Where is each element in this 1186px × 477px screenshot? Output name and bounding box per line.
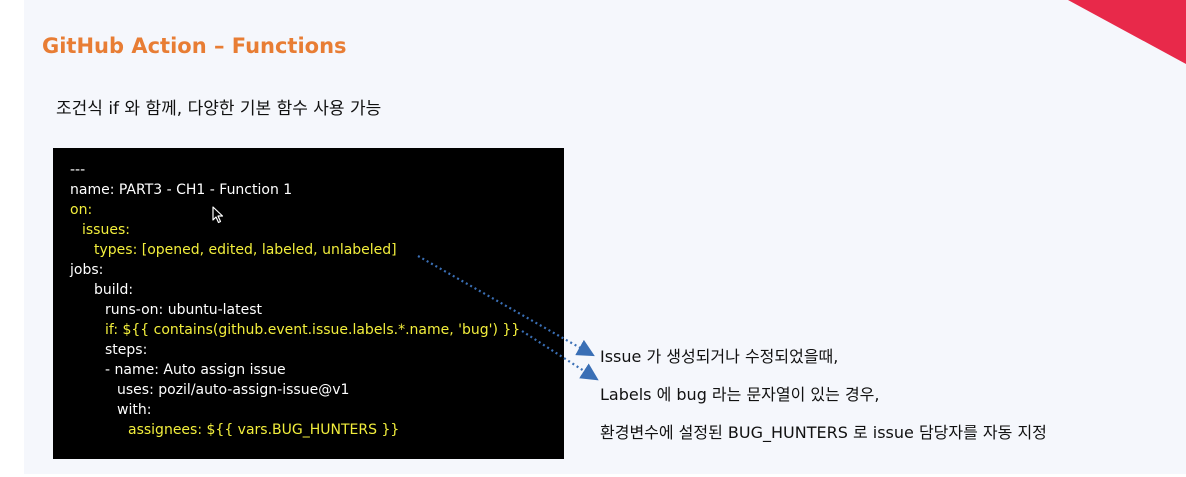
code-line: with: (117, 402, 152, 418)
code-line: types: [opened, edited, labeled, unlabel… (94, 242, 397, 258)
code-block: --- name: PART3 - CH1 - Function 1 on: issu… (53, 148, 564, 459)
code-line: steps: (105, 342, 148, 358)
code-line: name: PART3 - CH1 - Function 1 (70, 182, 293, 198)
note-line-2: Labels 에 bug 라는 문자열이 있는 경우, (600, 385, 880, 404)
code-line: - name: Auto assign issue (105, 362, 286, 378)
code-line: --- (70, 162, 86, 178)
code-line: build: (94, 282, 134, 298)
code-line: jobs: (70, 262, 104, 278)
code-line: runs-on: ubuntu-latest (105, 302, 262, 318)
code-line: issues: (82, 222, 130, 238)
slide-subtitle: 조건식 if 와 함께, 다양한 기본 함수 사용 가능 (56, 99, 382, 119)
code-line: uses: pozil/auto-assign-issue@v1 (117, 382, 350, 398)
slide-title: GitHub Action – Functions (42, 34, 347, 58)
code-line: on: (70, 202, 93, 218)
note-line-1: Issue 가 생성되거나 수정되었을때, (600, 347, 839, 366)
slide-page: GitHub Action – Functions 조건식 if 와 함께, 다… (0, 0, 1186, 477)
code-line: if: ${{ contains(github.event.issue.labe… (105, 322, 521, 338)
note-line-3: 환경변수에 설정된 BUG_HUNTERS 로 issue 담당자를 자동 지정 (600, 423, 1047, 442)
mouse-pointer-icon (212, 206, 224, 224)
code-line: assignees: ${{ vars.BUG_HUNTERS }} (128, 422, 400, 438)
corner-decoration (1068, 0, 1186, 64)
